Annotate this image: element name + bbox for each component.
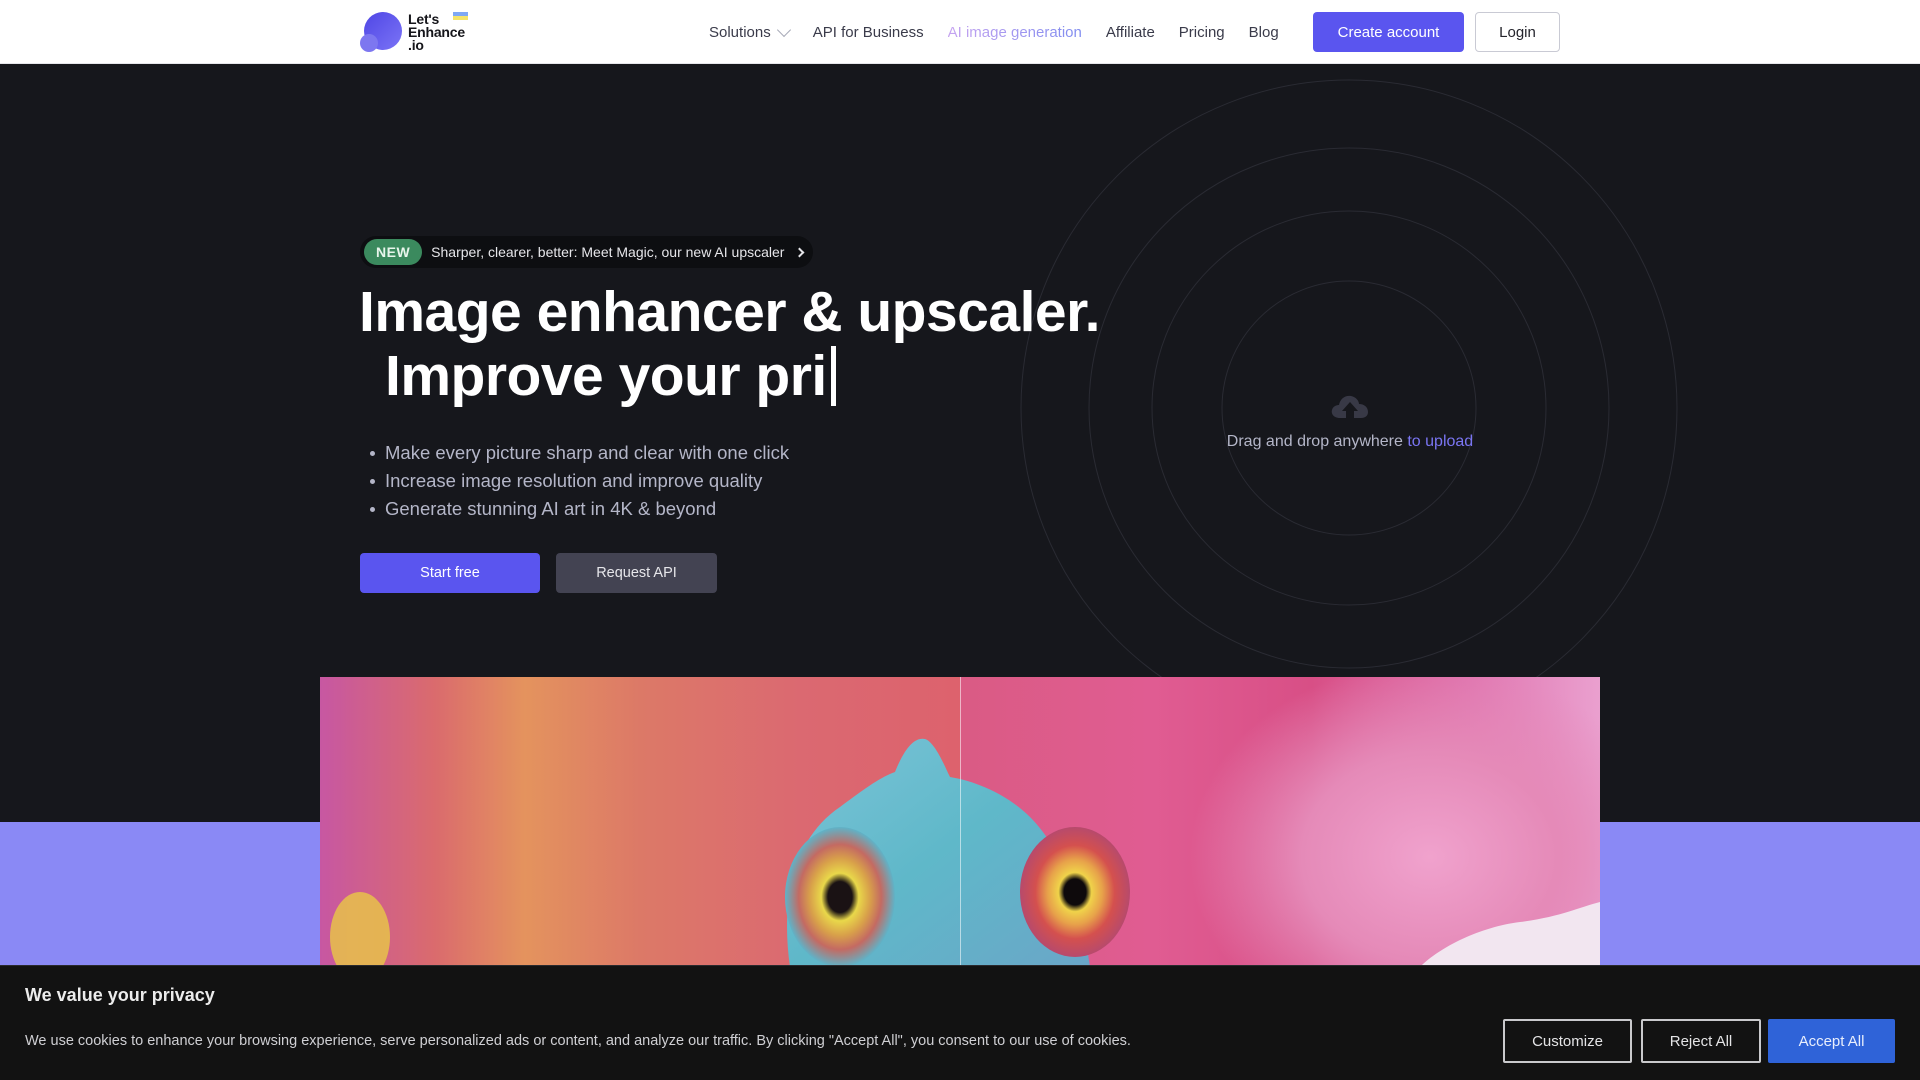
ukraine-flag-icon bbox=[453, 12, 468, 20]
new-tag: NEW bbox=[364, 239, 423, 265]
cookie-text: We use cookies to enhance your browsing … bbox=[25, 1033, 1131, 1049]
logo-mark-icon bbox=[360, 10, 402, 54]
nav-solutions[interactable]: Solutions bbox=[709, 22, 791, 41]
nav-affiliate[interactable]: Affiliate bbox=[1106, 24, 1155, 41]
logo-line-3: .io bbox=[408, 36, 424, 53]
chameleon-eye-left bbox=[785, 827, 895, 967]
start-free-button[interactable]: Start free bbox=[360, 553, 540, 593]
hero-section: NEW Sharper, clearer, better: Meet Magic… bbox=[0, 64, 1920, 1080]
request-api-button[interactable]: Request API bbox=[556, 553, 717, 593]
cloud-upload-icon bbox=[1331, 395, 1368, 418]
yellow-blur bbox=[330, 892, 390, 967]
nav-api-for-business[interactable]: API for Business bbox=[813, 24, 924, 41]
main-nav: Solutions API for Business AI image gene… bbox=[709, 0, 1303, 64]
announcement-text: Sharper, clearer, better: Meet Magic, ou… bbox=[431, 244, 785, 260]
cookie-banner: We value your privacy We use cookies to … bbox=[0, 965, 1920, 1080]
comparison-slider-handle[interactable] bbox=[960, 677, 961, 967]
before-after-comparison[interactable] bbox=[320, 677, 1600, 967]
upload-text: Drag and drop anywhere to upload bbox=[1180, 433, 1520, 451]
chevron-down-icon bbox=[776, 22, 791, 38]
chameleon-eye-right bbox=[1020, 827, 1130, 957]
reject-all-button[interactable]: Reject All bbox=[1641, 1019, 1761, 1063]
cookie-title: We value your privacy bbox=[25, 985, 215, 1005]
headline-line-2: Improve your pri bbox=[385, 344, 827, 408]
login-button[interactable]: Login bbox=[1475, 12, 1560, 52]
headline-line-2-wrap: Improve your pri bbox=[359, 344, 1100, 408]
site-header: Let's Enhance .io Solutions API for Busi… bbox=[0, 0, 1920, 64]
nav-pricing[interactable]: Pricing bbox=[1179, 24, 1225, 41]
nav-solutions-label: Solutions bbox=[709, 23, 771, 41]
nav-ai-image-generation[interactable]: AI image generation bbox=[948, 24, 1082, 41]
headline-line-1: Image enhancer & upscaler. bbox=[359, 280, 1101, 344]
customize-button[interactable]: Customize bbox=[1503, 1019, 1632, 1063]
hero-headline: Image enhancer & upscaler. Improve your … bbox=[359, 280, 1101, 408]
typing-caret bbox=[830, 346, 836, 406]
upload-dropzone[interactable]: Drag and drop anywhere to upload bbox=[1180, 394, 1520, 451]
create-account-button[interactable]: Create account bbox=[1313, 12, 1464, 52]
feature-item: Generate stunning AI art in 4K & beyond bbox=[370, 495, 789, 523]
feature-list: Make every picture sharp and clear with … bbox=[370, 439, 789, 523]
accept-all-button[interactable]: Accept All bbox=[1768, 1019, 1895, 1063]
upload-link[interactable]: to upload bbox=[1407, 433, 1473, 450]
announcement-badge[interactable]: NEW Sharper, clearer, better: Meet Magic… bbox=[360, 236, 814, 268]
logo[interactable]: Let's Enhance .io bbox=[360, 10, 468, 54]
chevron-right-icon bbox=[795, 247, 805, 257]
nav-blog[interactable]: Blog bbox=[1249, 24, 1279, 41]
feature-item: Make every picture sharp and clear with … bbox=[370, 439, 789, 467]
feature-item: Increase image resolution and improve qu… bbox=[370, 467, 789, 495]
upload-instruction: Drag and drop anywhere bbox=[1226, 433, 1403, 450]
flower-petal bbox=[1420, 902, 1600, 967]
